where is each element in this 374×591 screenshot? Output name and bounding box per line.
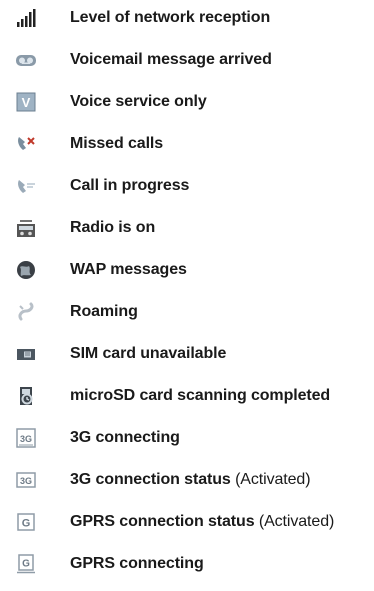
- svg-text:3G: 3G: [20, 476, 32, 486]
- legend-row-3g-status: 3G 3G connection status (Activated): [0, 466, 374, 494]
- microsd-scan-icon: [14, 384, 38, 408]
- svg-text:G: G: [22, 518, 31, 530]
- legend-row-roaming: Roaming: [0, 298, 374, 326]
- legend-row-sim: SIM card unavailable: [0, 340, 374, 368]
- legend-label: Missed calls: [70, 135, 164, 152]
- sim-card-icon: [14, 342, 38, 366]
- gprs-status-icon: G: [14, 510, 38, 534]
- legend-label: GPRS connection status (Activated): [70, 513, 335, 530]
- legend-row-radio: Radio is on: [0, 214, 374, 242]
- 3g-status-icon: 3G: [14, 468, 38, 492]
- legend-row-signal: Level of network reception: [0, 4, 374, 32]
- missed-call-icon: [14, 132, 38, 156]
- roaming-icon: [14, 300, 38, 324]
- legend-label: Voicemail message arrived: [70, 51, 272, 68]
- legend-row-voice-only: V Voice service only: [0, 88, 374, 116]
- legend-label: GPRS connecting: [70, 555, 204, 572]
- legend-label: Call in progress: [70, 177, 190, 194]
- 3g-connecting-icon: 3G: [14, 426, 38, 450]
- legend-label: WAP messages: [70, 261, 187, 278]
- legend-label: Voice service only: [70, 93, 207, 110]
- legend-row-wap: WAP messages: [0, 256, 374, 284]
- svg-text:3G: 3G: [20, 434, 32, 444]
- legend-row-voicemail: Voicemail message arrived: [0, 46, 374, 74]
- voice-only-icon: V: [14, 90, 38, 114]
- legend-row-gprs-connecting: G GPRS connecting: [0, 550, 374, 578]
- call-in-progress-icon: [14, 174, 38, 198]
- legend-label: Level of network reception: [70, 9, 271, 26]
- svg-text:G: G: [22, 559, 30, 570]
- svg-text:V: V: [22, 95, 31, 110]
- legend-label: Roaming: [70, 303, 138, 320]
- legend-row-gprs-status: G GPRS connection status (Activated): [0, 508, 374, 536]
- legend-label: SIM card unavailable: [70, 345, 227, 362]
- radio-icon: [14, 216, 38, 240]
- legend-row-call-in-progress: Call in progress: [0, 172, 374, 200]
- legend-row-missed-calls: Missed calls: [0, 130, 374, 158]
- legend-label: Radio is on: [70, 219, 156, 236]
- legend-row-3g-connecting: 3G 3G connecting: [0, 424, 374, 452]
- legend-label: microSD card scanning completed: [70, 387, 331, 404]
- signal-strength-icon: [14, 6, 38, 30]
- voicemail-icon: [14, 48, 38, 72]
- legend-label: 3G connection status (Activated): [70, 471, 311, 488]
- legend-row-microsd: microSD card scanning completed: [0, 382, 374, 410]
- legend-label: 3G connecting: [70, 429, 180, 446]
- wap-globe-icon: [14, 258, 38, 282]
- gprs-connecting-icon: G: [14, 552, 38, 576]
